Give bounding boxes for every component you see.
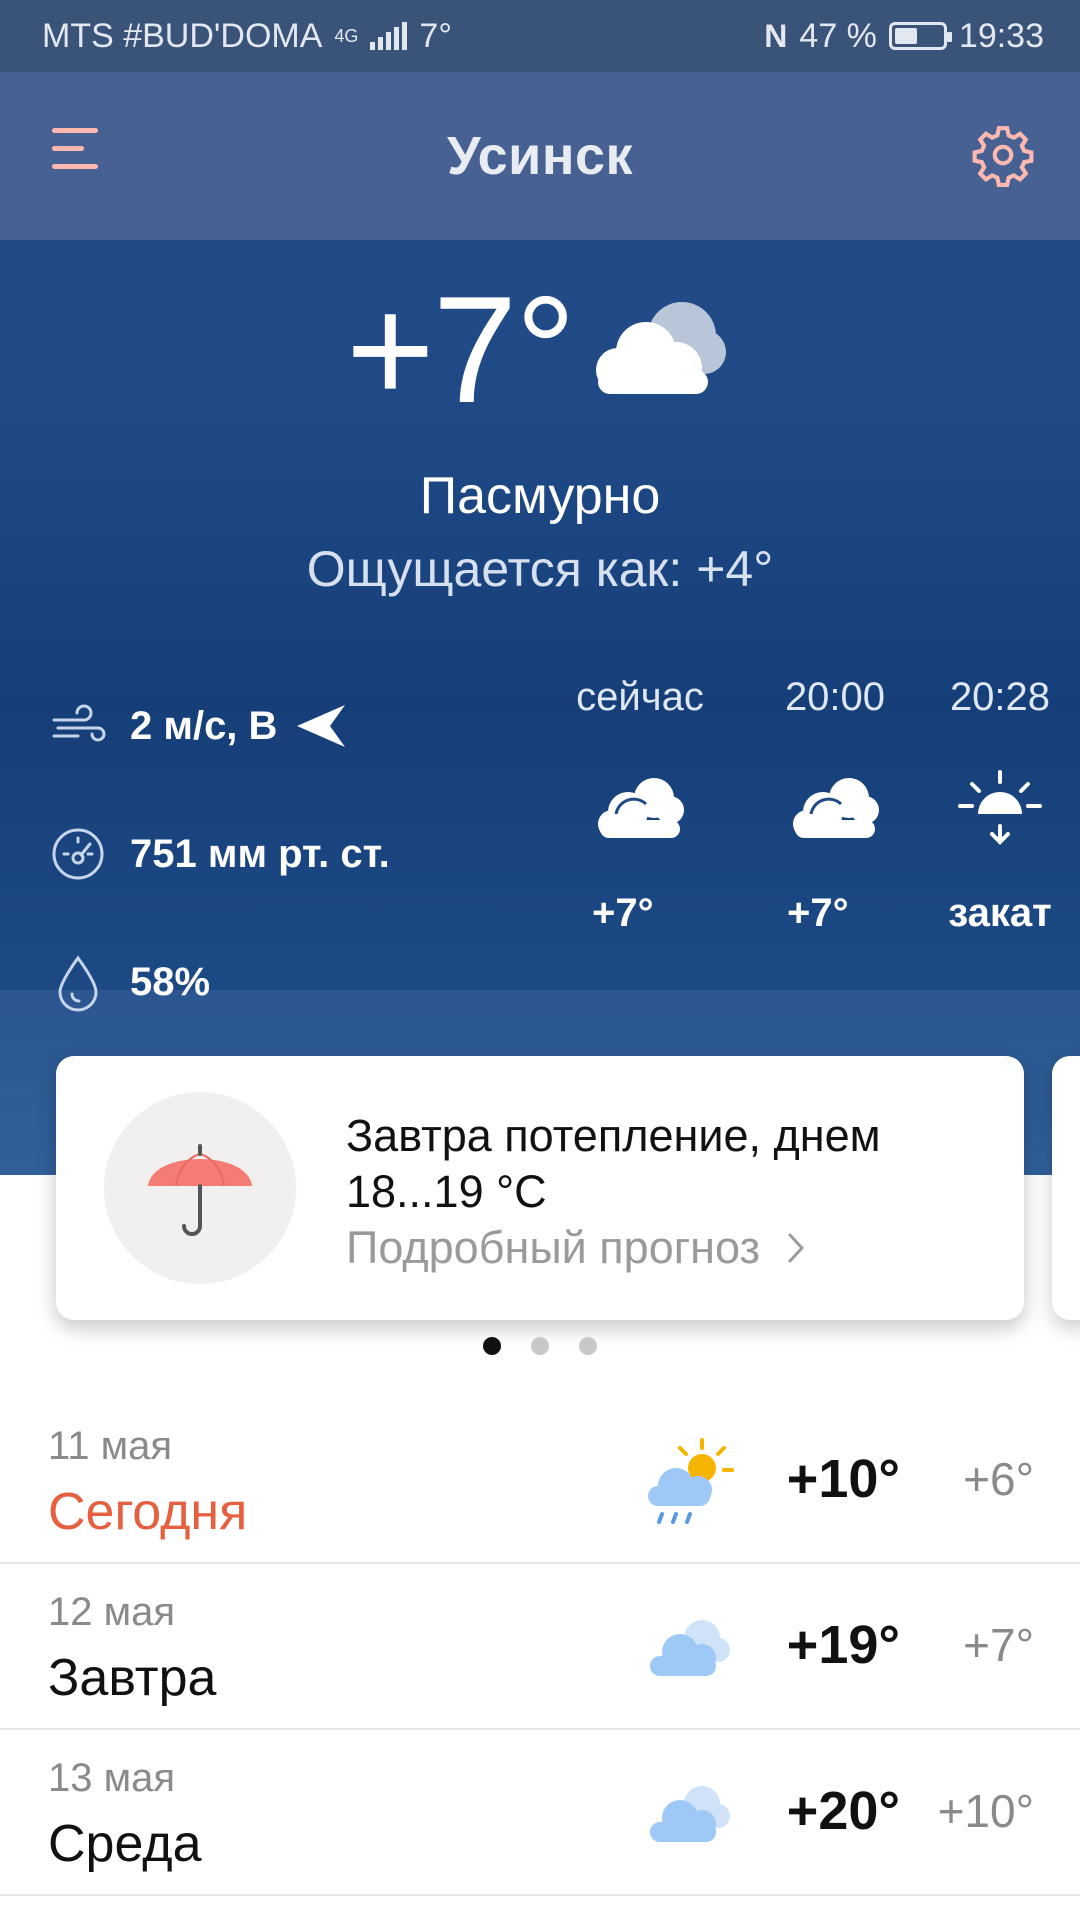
pager-dot[interactable] — [483, 1337, 501, 1355]
wind-row: 2 м/с, В — [48, 662, 390, 790]
nfc-icon: N — [764, 17, 788, 54]
humidity-value: 58% — [130, 959, 211, 1004]
hourly-item[interactable]: сейчас +7° — [570, 662, 710, 958]
umbrella-icon — [148, 1144, 252, 1236]
signal-icon — [370, 22, 408, 50]
day-high-temp: +10° — [786, 1449, 900, 1509]
settings-gear-icon[interactable] — [970, 122, 1036, 188]
card-icon-circle — [104, 1092, 296, 1284]
card-pager — [0, 1337, 1080, 1355]
day-high-temp: +19° — [786, 1615, 900, 1675]
day-low-temp: +7° — [963, 1619, 1034, 1671]
menu-icon[interactable] — [52, 128, 116, 184]
wind-value: 2 м/с, В — [130, 703, 278, 748]
condition-text: Пасмурно — [419, 467, 661, 525]
app-bar: Усинск — [0, 72, 1080, 240]
hourly-item[interactable]: 20:28 закат — [930, 662, 1070, 958]
pager-dot[interactable] — [531, 1337, 549, 1355]
pressure-value: 751 мм рт. ст. — [130, 831, 390, 876]
cloudy-icon — [650, 1786, 730, 1842]
hourly-temp: +7° — [592, 891, 654, 935]
city-title[interactable]: Усинск — [447, 125, 633, 187]
cloudy-icon — [650, 1620, 730, 1676]
day-low-temp: +10° — [937, 1785, 1034, 1837]
detailed-forecast-link[interactable]: Подробный прогноз — [346, 1222, 808, 1274]
battery-icon — [888, 22, 952, 50]
day-name: Сегодня — [48, 1483, 248, 1541]
hourly-time: сейчас — [576, 675, 704, 719]
carrier-label: MTS #BUD'DOMA — [42, 16, 323, 55]
daily-forecast-list: 11 мая Сегодня +10° +6° 12 мая Завтра +1… — [0, 1398, 1080, 1896]
day-date: 13 мая — [48, 1756, 176, 1800]
day-name: Завтра — [48, 1649, 217, 1707]
pressure-gauge-icon — [52, 828, 104, 880]
day-low-temp: +6° — [963, 1453, 1034, 1505]
humidity-drop-icon — [58, 955, 98, 1012]
battery-percent: 47 % — [799, 16, 877, 55]
hourly-time: 20:28 — [949, 675, 1051, 719]
day-date: 11 мая — [48, 1424, 173, 1468]
wind-icon — [52, 704, 106, 742]
cloudy-icon — [598, 778, 684, 838]
wind-direction-icon — [297, 705, 346, 747]
status-bar: MTS #BUD'DOMA 4G 7° N 47 % 19:33 — [0, 0, 1080, 72]
next-card-peek[interactable] — [1052, 1056, 1080, 1320]
hourly-label: закат — [948, 891, 1052, 935]
detailed-forecast-label: Подробный прогноз — [346, 1222, 761, 1273]
current-weather: +7° Пасмурно Ощущается как: +4° — [0, 270, 1080, 598]
feels-like-text: Ощущается как: +4° — [306, 541, 774, 597]
hourly-time: 20:00 — [784, 675, 886, 719]
humidity-row: 58% — [48, 918, 390, 1046]
cloudy-icon — [793, 778, 879, 838]
partly-cloudy-rain-icon — [648, 1438, 734, 1524]
current-temperature: +7° — [345, 265, 576, 435]
hourly-temp: +7° — [787, 891, 849, 935]
card-title: Завтра потепление, днем 18...19 °C — [346, 1110, 881, 1217]
status-temp: 7° — [419, 16, 452, 55]
chevron-right-icon — [788, 1233, 805, 1263]
pressure-row: 751 мм рт. ст. — [48, 790, 390, 918]
cloudy-icon — [596, 302, 727, 394]
weather-details: 2 м/с, В 751 мм рт. ст. 58% — [48, 662, 390, 1046]
day-high-temp: +20° — [786, 1781, 900, 1841]
daily-row[interactable]: 11 мая Сегодня +10° +6° — [0, 1398, 1080, 1564]
network-label: 4G — [334, 25, 359, 46]
day-name: Среда — [48, 1815, 202, 1873]
daily-row[interactable]: 13 мая Среда +20° +10° — [0, 1730, 1080, 1896]
forecast-card[interactable]: Завтра потепление, днем 18...19 °C Подро… — [56, 1056, 1024, 1320]
daily-row[interactable]: 12 мая Завтра +19° +7° — [0, 1564, 1080, 1730]
pager-dot[interactable] — [579, 1337, 597, 1355]
clock: 19:33 — [958, 16, 1044, 55]
day-date: 12 мая — [48, 1590, 176, 1634]
sunset-icon — [958, 770, 1042, 845]
hourly-item[interactable]: 20:00 +7° — [765, 662, 905, 958]
